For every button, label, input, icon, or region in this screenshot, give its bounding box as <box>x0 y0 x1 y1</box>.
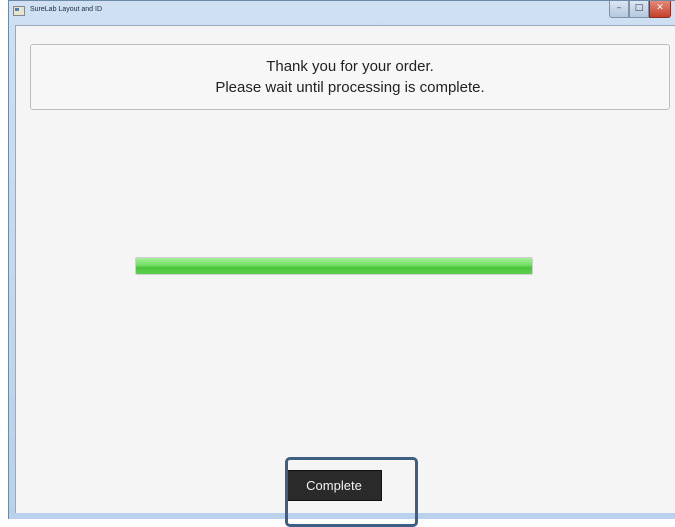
window-title: SureLab Layout and ID <box>30 6 102 13</box>
minimize-button[interactable]: – <box>609 1 629 18</box>
message-panel: Thank you for your order. Please wait un… <box>30 44 670 110</box>
progress-fill <box>136 258 532 274</box>
app-icon <box>13 6 25 16</box>
complete-button[interactable]: Complete <box>286 470 382 501</box>
progress-bar <box>135 257 533 275</box>
thank-you-message: Thank you for your order. <box>266 58 434 75</box>
window-controls: – □ ✕ <box>609 1 671 18</box>
processing-message: Please wait until processing is complete… <box>215 79 485 96</box>
title-bar[interactable]: SureLab Layout and ID – □ ✕ <box>9 1 675 23</box>
maximize-button[interactable]: □ <box>629 1 649 18</box>
close-button[interactable]: ✕ <box>649 1 671 18</box>
